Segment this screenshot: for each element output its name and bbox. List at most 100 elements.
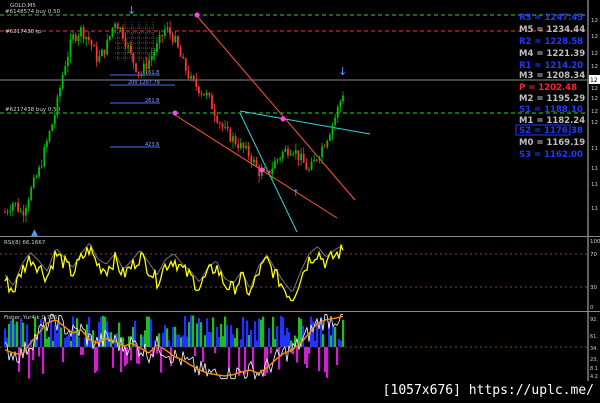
candle-body [245,145,247,148]
fisher-histogram-bar [312,321,315,347]
order-label-1: #6148574 buy 0.50 [5,9,61,15]
fisher-histogram-bar [60,327,63,347]
price-axis-tick: 11 [591,182,598,188]
candle-body [284,148,287,152]
candle-body [103,49,106,55]
candle-body [40,166,43,168]
candle-body [48,131,51,142]
fisher-histogram-bar [222,336,225,347]
candle-body [129,45,132,53]
candle-body [59,88,61,97]
fisher-histogram-bar [94,347,97,373]
candle-body [197,86,200,94]
fisher-histogram-bar [176,334,179,347]
fisher-histogram-bar [338,338,341,347]
price-axis-tick: 12 [591,64,598,70]
fisher-histogram-bar [270,347,273,354]
fisher-histogram-bar [282,317,285,347]
candle-body [271,168,274,175]
candle-body [182,56,185,59]
fisher-histogram-bar [20,318,23,347]
candle-body [51,124,54,132]
footer-bar: [1057x676] https://uplc.me/ [0,381,600,403]
candle-body [17,202,20,212]
order-label-tp: #6217438 tp [5,29,42,35]
fisher-histogram-bar [214,347,217,354]
pivot-level-label: M3 = 1208.34 [519,71,585,81]
fisher-histogram-bar [234,337,237,347]
fisher-histogram-bar [236,328,239,347]
fisher-histogram-bar [142,336,145,347]
candle-body [163,29,166,37]
candle-body [234,136,237,145]
candle-body [281,151,284,159]
fisher-histogram-bar [220,323,223,347]
candle-body [300,153,302,161]
swing-marker [172,110,178,116]
candle-body [82,27,85,40]
fisher-histogram-bar [330,335,333,347]
fisher-histogram-bar [248,335,251,347]
candle-body [140,73,143,75]
candle-body [153,51,156,56]
candle-body [145,63,148,69]
price-axis-tick: 12 [591,51,598,57]
fisher-histogram-bar [298,317,301,347]
candle-body [137,71,140,74]
candle-body [174,36,177,43]
fisher-histogram-bar [314,340,317,347]
fisher-histogram-bar [262,316,265,347]
candle-body [255,159,258,167]
fisher-histogram-bar [160,347,163,373]
price-axis-tick: 12 [591,34,598,40]
fisher-panel: Fisher_Yur4ik 0.726 92. 61. 34. 23. 8.1 … [0,313,598,381]
candle-body [148,59,151,69]
fisher-histogram-bar [150,319,153,347]
footer-text: [1057x676] https://uplc.me/ [382,383,594,398]
fisher-histogram-bar [50,319,53,347]
fisher-histogram-bar [172,326,175,347]
fisher-histogram-bar [14,323,17,347]
pivot-level-label: S2 = 1176.38 [519,126,583,136]
candle-body [150,55,153,60]
pivot-level-label: R1 = 1214.20 [519,61,583,71]
fisher-histogram-bar [232,334,235,347]
candle-body [80,27,82,37]
fisher-histogram-bar [178,334,181,347]
swing-marker [194,12,200,18]
fisher-histogram-bar [186,336,189,347]
fisher-histogram-bar [54,324,57,347]
candle-body [98,56,101,62]
candle-body [61,75,64,89]
fisher-histogram-bar [164,324,167,347]
candle-body [4,211,6,213]
candle-body [331,124,334,135]
fisher-histogram-bar [306,347,309,369]
candle-body [297,150,300,161]
candle-body [294,150,297,154]
fisher-histogram-bar [64,337,67,347]
candle-body [108,35,111,40]
candle-body [321,146,323,158]
pivot-level-label: M5 = 1234.44 [519,25,585,35]
fisher-tick-3: 34. [590,346,598,352]
fisher-histogram-bar [120,347,123,373]
fisher-histogram-bar [254,321,257,347]
fisher-histogram-bar [216,326,219,347]
candle-body [171,34,174,43]
fisher-histogram-bar [4,328,7,347]
candle-body [6,211,9,213]
candle-body [95,46,98,62]
candle-body [132,52,135,64]
swing-marker [259,167,265,173]
fib-label-2618: 261.8 [145,98,159,104]
fisher-histogram-bar [40,319,43,347]
rsi-panel: RSI(8) 66.1667 100 70 30 0 [0,239,600,311]
fisher-histogram-bar [280,315,283,347]
fisher-histogram-bar [208,331,211,347]
fisher-histogram-bar [78,337,81,347]
candle-body [226,126,229,129]
pivot-level-label: R2 = 1228.58 [519,37,583,47]
candle-body [336,106,339,118]
fisher-histogram-bar [88,317,91,347]
